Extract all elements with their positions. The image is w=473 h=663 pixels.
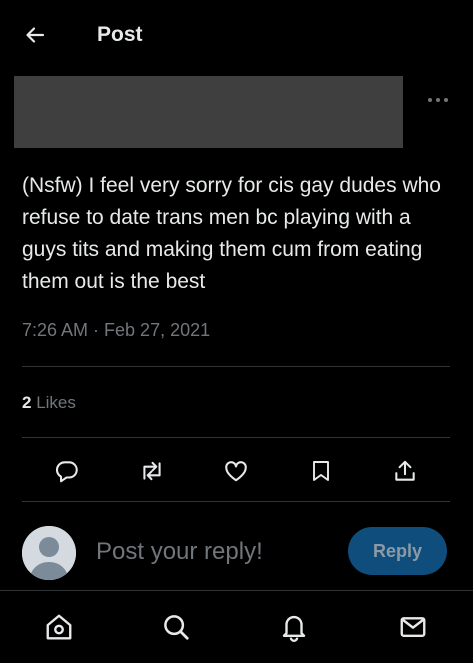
reply-icon [55,461,78,483]
home-icon [46,614,72,640]
repost-icon [143,461,161,481]
reply-button[interactable] [52,456,82,486]
reply-input[interactable] [96,532,336,572]
likes-count[interactable]: 2 Likes [22,392,76,414]
like-icon [225,461,247,482]
nav-search[interactable] [158,609,194,645]
post-timestamp[interactable]: 7:26 AM · Feb 27, 2021 [22,318,210,342]
reply-submit-button[interactable]: Reply [348,527,447,575]
search-icon [164,615,189,640]
redacted-author-block [14,76,403,148]
nav-notifications[interactable] [276,609,312,645]
more-options-button[interactable] [424,88,452,112]
messages-icon [400,617,426,637]
bookmark-icon [313,461,329,481]
nav-messages[interactable] [395,609,431,645]
default-avatar-icon [22,526,76,580]
arrow-left-icon [26,27,45,43]
likes-number: 2 [22,393,32,412]
likes-label: Likes [36,393,76,412]
page-title: Post [97,23,143,46]
post-actions-bar [22,450,450,490]
more-horizontal-icon [428,98,448,102]
post-text: (Nsfw) I feel very sorry for cis gay dud… [22,174,441,293]
bottom-navigation [0,590,473,663]
avatar[interactable] [22,526,76,580]
divider [22,437,450,438]
nav-home[interactable] [41,609,77,645]
share-icon [395,460,415,481]
notifications-icon [282,615,306,642]
like-button[interactable] [221,456,251,486]
top-header: Post [0,0,473,70]
share-button[interactable] [390,456,420,486]
reply-composer: Reply [0,520,473,584]
bookmark-button[interactable] [306,456,336,486]
repost-button[interactable] [137,456,167,486]
back-button[interactable] [22,22,48,48]
divider [22,501,450,502]
divider [22,366,450,367]
